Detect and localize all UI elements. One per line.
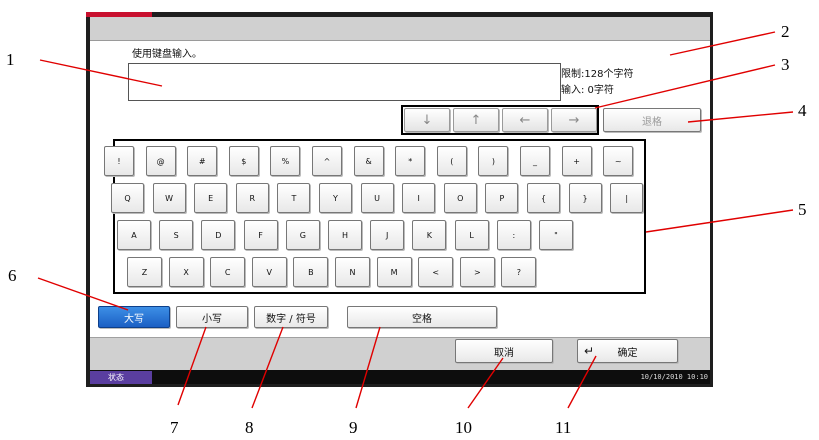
- callout-6: 6: [8, 266, 17, 285]
- key-row2-12[interactable]: |: [610, 183, 644, 213]
- key-row3-8[interactable]: L: [454, 220, 489, 250]
- key-row4-7[interactable]: <: [418, 257, 454, 287]
- key-row3-10[interactable]: ": [539, 220, 573, 250]
- key-row2-4[interactable]: T: [277, 183, 311, 213]
- callout-line-2: [669, 31, 776, 56]
- callout-line-8: [251, 326, 284, 409]
- key-row1-1[interactable]: @: [145, 146, 176, 176]
- key-row2-2[interactable]: E: [194, 183, 228, 213]
- callout-3: 3: [781, 55, 790, 74]
- key-row2-9[interactable]: P: [485, 183, 519, 213]
- callout-line-1: [39, 59, 163, 87]
- key-row3-7[interactable]: K: [412, 220, 447, 250]
- key-row2-1[interactable]: W: [152, 183, 186, 213]
- callout-1: 1: [6, 50, 15, 69]
- callout-line-4: [687, 111, 794, 123]
- key-row3-3[interactable]: F: [243, 220, 278, 250]
- callout-line-9: [355, 326, 381, 409]
- callout-line-6: [37, 277, 129, 311]
- key-row2-11[interactable]: }: [568, 183, 602, 213]
- key-row3-1[interactable]: S: [159, 220, 194, 250]
- key-row1-3[interactable]: $: [228, 146, 259, 176]
- callout-11: 11: [555, 418, 572, 437]
- key-row3-0[interactable]: A: [117, 220, 151, 250]
- key-row1-9[interactable]: ): [478, 146, 509, 176]
- callout-line-10: [467, 357, 504, 409]
- callout-line-7: [177, 326, 207, 406]
- key-row1-5[interactable]: ^: [312, 146, 342, 176]
- callout-line-3: [594, 64, 776, 109]
- key-row3-4[interactable]: G: [285, 220, 320, 250]
- key-row4-9[interactable]: ?: [501, 257, 537, 287]
- key-row2-0[interactable]: Q: [111, 183, 144, 213]
- key-row2-7[interactable]: I: [402, 183, 436, 213]
- callout-7: 7: [170, 418, 179, 437]
- callout-8: 8: [245, 418, 254, 437]
- key-row1-4[interactable]: %: [270, 146, 301, 176]
- key-row1-6[interactable]: &: [353, 146, 384, 176]
- key-row1-8[interactable]: (: [436, 146, 467, 176]
- key-row2-3[interactable]: R: [235, 183, 269, 213]
- callout-line-5: [645, 209, 794, 233]
- callout-9: 9: [349, 418, 358, 437]
- key-row1-7[interactable]: *: [395, 146, 426, 176]
- key-row1-10[interactable]: _: [520, 146, 550, 176]
- callout-10: 10: [455, 418, 472, 437]
- key-row1-12[interactable]: ~: [603, 146, 634, 176]
- key-row4-0[interactable]: Z: [127, 257, 162, 287]
- key-row2-5[interactable]: Y: [319, 183, 352, 213]
- callout-line-11: [567, 355, 597, 409]
- key-row3-5[interactable]: H: [328, 220, 362, 250]
- key-row4-3[interactable]: V: [251, 257, 287, 287]
- callout-4: 4: [798, 101, 807, 120]
- key-row3-9[interactable]: :: [496, 220, 531, 250]
- key-row1-0[interactable]: !: [104, 146, 134, 176]
- key-row4-4[interactable]: B: [293, 257, 329, 287]
- key-row2-8[interactable]: O: [443, 183, 477, 213]
- key-row1-2[interactable]: #: [187, 146, 218, 176]
- key-row3-2[interactable]: D: [201, 220, 236, 250]
- key-row2-10[interactable]: {: [527, 183, 560, 213]
- key-row4-6[interactable]: M: [376, 257, 412, 287]
- callout-5: 5: [798, 200, 807, 219]
- key-row4-2[interactable]: C: [210, 257, 246, 287]
- callout-2: 2: [781, 22, 790, 41]
- key-row4-8[interactable]: >: [459, 257, 495, 287]
- key-row1-11[interactable]: +: [561, 146, 592, 176]
- key-row2-6[interactable]: U: [360, 183, 394, 213]
- key-row4-5[interactable]: N: [335, 257, 370, 287]
- key-row4-1[interactable]: X: [168, 257, 204, 287]
- key-row3-6[interactable]: J: [370, 220, 405, 250]
